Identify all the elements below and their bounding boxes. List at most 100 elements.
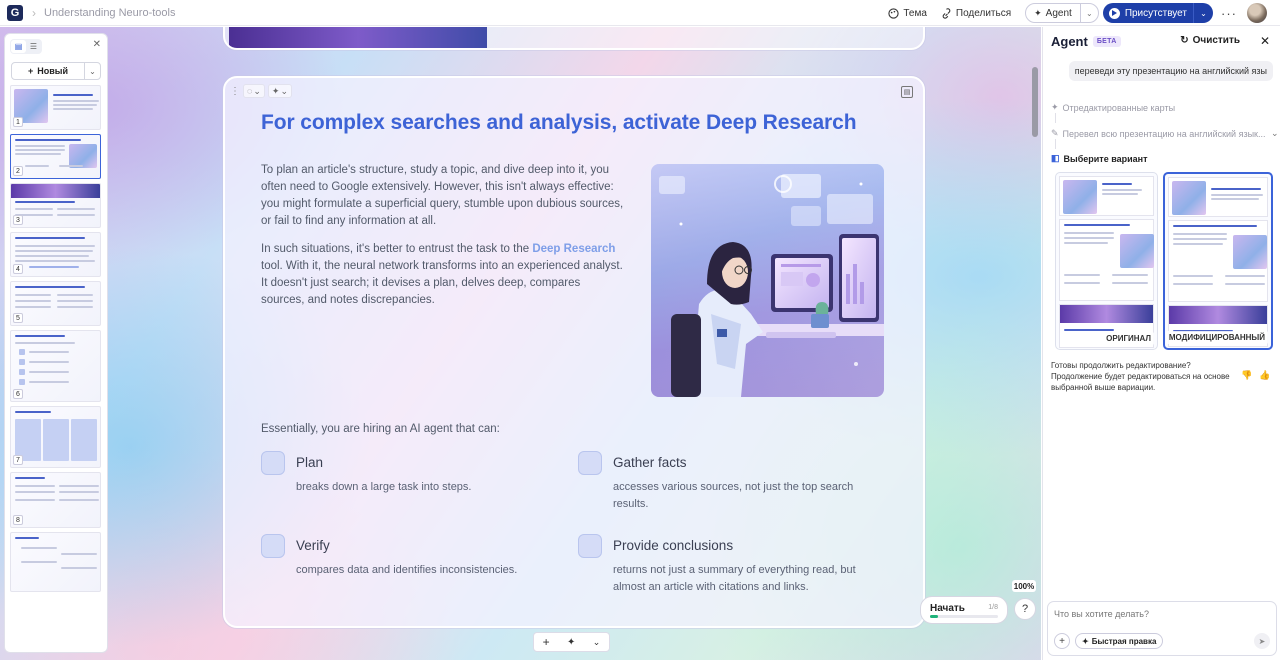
- play-icon: [1108, 7, 1120, 19]
- editor-canvas: ▤ ☰ ✕ + Новый ⌄ 1 2 3 4 5 6 7 8 ⋮ ◌ ⌄ ✦ …: [0, 27, 1041, 660]
- agent-composer[interactable]: Что вы хотите делать? + ✦ Быстрая правка …: [1047, 601, 1277, 656]
- feature-icon-box: [261, 451, 285, 475]
- quick-edit-label: Быстрая правка: [1091, 636, 1157, 646]
- document-title[interactable]: Understanding Neuro-tools: [44, 7, 175, 19]
- user-message: переведи эту презентацию на английский я…: [1068, 61, 1273, 81]
- more-menu-button[interactable]: ···: [1221, 6, 1237, 21]
- feature-title: Plan: [296, 455, 324, 470]
- add-attachment-icon[interactable]: +: [1054, 633, 1070, 649]
- slide-thumbnail[interactable]: 8: [10, 472, 101, 528]
- slide-thumbnail[interactable]: 3: [10, 183, 101, 228]
- beta-badge: БЕТА: [1092, 35, 1121, 47]
- variant-modified-label: МОДИФИЦИРОВАННЫЙ: [1165, 331, 1268, 344]
- slide-thumbnail[interactable]: 4: [10, 232, 101, 277]
- ai-sparkle-icon[interactable]: ✦: [567, 637, 575, 648]
- card-toolbar: ⋮ ◌ ⌄ ✦ ⌄: [230, 84, 292, 98]
- slide-thumbnail[interactable]: 7: [10, 406, 101, 468]
- agent-panel-title: Agent: [1051, 33, 1088, 49]
- thumbnail-panel: ▤ ☰ ✕ + Новый ⌄ 1 2 3 4 5 6 7 8: [4, 33, 108, 653]
- slide-paragraph-1[interactable]: To plan an article's structure, study a …: [261, 162, 626, 230]
- step-label: Перевел всю презентацию на английский яз…: [1062, 128, 1266, 139]
- new-card-button[interactable]: + Новый: [12, 66, 84, 76]
- variant-modified-selected[interactable]: МОДИФИЦИРОВАННЫЙ: [1163, 172, 1273, 350]
- thumbs-up-icon[interactable]: 👍: [1259, 370, 1270, 381]
- help-button[interactable]: ?: [1014, 598, 1036, 620]
- hire-intro-text[interactable]: Essentially, you are hiring an AI agent …: [261, 423, 500, 435]
- agent-step-expandable[interactable]: ✎ Перевел всю презентацию на английский я…: [1051, 128, 1280, 139]
- previous-slide[interactable]: [223, 27, 925, 50]
- variant-original-label: ОРИГИНАЛ: [1103, 332, 1154, 345]
- zoom-level[interactable]: 100%: [1012, 580, 1036, 592]
- agent-dropdown-button[interactable]: ⌄: [1079, 4, 1098, 22]
- breadcrumb-separator-icon: ›: [32, 5, 36, 20]
- step-connector: [1055, 113, 1056, 123]
- agent-response: Готовы продолжить редактирование? Продол…: [1051, 361, 1230, 392]
- sparkle-icon: ✦: [1082, 636, 1089, 646]
- share-button[interactable]: Поделиться: [941, 8, 1011, 19]
- card-style-button[interactable]: ◌ ⌄: [243, 84, 265, 98]
- step-connector: [1055, 139, 1056, 149]
- variant-original[interactable]: ОРИГИНАЛ: [1055, 172, 1158, 350]
- card-ai-button[interactable]: ✦ ⌄: [267, 84, 292, 98]
- add-card-toolbar: + ✦ ⌄: [533, 632, 610, 652]
- composer-input[interactable]: Что вы хотите делать?: [1054, 609, 1149, 619]
- app-logo[interactable]: G: [7, 4, 23, 21]
- feature-title: Provide conclusions: [613, 538, 734, 553]
- feature-description: compares data and identifies inconsisten…: [296, 564, 518, 576]
- new-card-button-group: + Новый ⌄: [11, 62, 101, 80]
- start-progress-bar: [930, 615, 998, 618]
- slide-title[interactable]: For complex searches and analysis, activ…: [261, 111, 857, 135]
- palette-icon: ◌: [247, 86, 253, 96]
- step-label: Отредактированные карты: [1062, 102, 1176, 113]
- grid-view-icon[interactable]: ▤: [11, 39, 26, 53]
- present-button-group: Присутствует ⌄: [1102, 3, 1213, 23]
- theme-button[interactable]: Тема: [888, 8, 927, 19]
- agent-label: Agent: [1045, 7, 1072, 19]
- slide-number: 3: [13, 215, 23, 225]
- palette-icon: [888, 7, 899, 19]
- slide-thumbnail[interactable]: 5: [10, 281, 101, 326]
- agent-button[interactable]: ✦ Agent: [1026, 4, 1080, 22]
- link-icon: [942, 7, 951, 19]
- chevron-down-icon[interactable]: ⌄: [593, 637, 601, 648]
- slide-thumbnail[interactable]: 6: [10, 330, 101, 402]
- plus-icon: +: [27, 66, 34, 76]
- quick-edit-button[interactable]: ✦ Быстрая правка: [1075, 633, 1164, 649]
- feature-title: Gather facts: [613, 455, 687, 470]
- sparkle-icon: ✦: [271, 85, 280, 96]
- paragraph-text: In such situations, it's better to entru…: [261, 243, 533, 255]
- thumbs-down-icon[interactable]: 👎: [1241, 370, 1252, 381]
- start-onboarding-widget[interactable]: Начать 1/8: [920, 596, 1008, 624]
- drag-handle-icon[interactable]: ⋮: [230, 86, 240, 97]
- close-icon[interactable]: ✕: [93, 39, 101, 50]
- present-label: Присутствует: [1124, 7, 1187, 19]
- present-button[interactable]: Присутствует: [1103, 3, 1193, 23]
- slide-number: 6: [13, 389, 23, 399]
- card-layout-icon[interactable]: ▤: [901, 86, 913, 98]
- new-card-dropdown[interactable]: ⌄: [84, 63, 100, 79]
- canvas-scrollbar[interactable]: [1032, 67, 1038, 137]
- slide-paragraph-2[interactable]: In such situations, it's better to entru…: [261, 241, 626, 309]
- slide-thumbnail[interactable]: [10, 532, 101, 592]
- slide-number: 8: [13, 515, 23, 525]
- present-dropdown-button[interactable]: ⌄: [1193, 3, 1213, 23]
- deep-research-highlight: Deep Research: [532, 243, 616, 255]
- new-card-label: Новый: [37, 66, 68, 76]
- clear-label: Очистить: [1192, 35, 1240, 46]
- feature-description: returns not just a summary of everything…: [613, 564, 856, 593]
- close-icon[interactable]: ✕: [1260, 34, 1270, 48]
- current-slide[interactable]: ⋮ ◌ ⌄ ✦ ⌄ ▤ For complex searches and analy…: [223, 76, 925, 628]
- slide-number: 7: [13, 455, 23, 465]
- list-view-icon[interactable]: ☰: [26, 40, 41, 53]
- theme-label: Тема: [903, 7, 927, 19]
- chevron-down-icon: ⌄: [1085, 8, 1093, 18]
- slide-thumbnail-selected[interactable]: 2: [10, 134, 101, 179]
- clear-button[interactable]: ↻ Очистить: [1180, 35, 1240, 46]
- slide-thumbnail[interactable]: 1: [10, 85, 101, 130]
- slide-illustration[interactable]: [651, 164, 884, 397]
- send-icon[interactable]: ➤: [1254, 633, 1270, 649]
- feature-icon-box: [578, 534, 602, 558]
- chevron-down-icon: ⌄: [1271, 128, 1279, 138]
- add-card-plus-icon[interactable]: +: [543, 635, 550, 649]
- user-avatar[interactable]: [1247, 3, 1267, 23]
